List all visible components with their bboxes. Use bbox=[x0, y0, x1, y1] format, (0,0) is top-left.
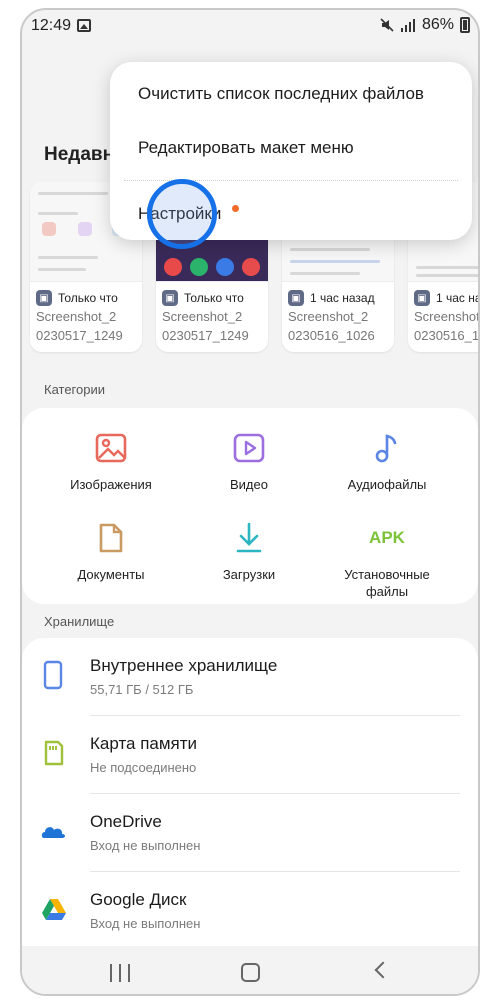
storage-subtitle: 55,71 ГБ / 512 ГБ bbox=[90, 682, 194, 697]
phone-icon bbox=[40, 660, 66, 690]
mute-icon bbox=[380, 18, 394, 32]
category-label: Загрузки bbox=[222, 567, 276, 582]
menu-item-clear-recent[interactable]: Очистить список последних файлов bbox=[138, 84, 424, 104]
signal-icon bbox=[400, 19, 415, 32]
storage-label: Хранилище bbox=[44, 614, 115, 629]
video-icon bbox=[231, 430, 267, 466]
image-file-icon: ▣ bbox=[414, 290, 430, 306]
google-drive-icon bbox=[40, 894, 66, 924]
file-time: 1 час назад bbox=[310, 291, 375, 305]
file-name: Screenshot_2 bbox=[414, 309, 480, 324]
storage-sd-card[interactable]: Карта памяти Не подсоединено bbox=[22, 716, 478, 794]
category-installation-files[interactable]: APK Установочные файлы bbox=[322, 520, 452, 600]
battery-icon bbox=[460, 17, 470, 33]
file-name: Screenshot_2 bbox=[36, 309, 117, 324]
music-note-icon bbox=[369, 430, 405, 466]
recent-apps-button[interactable] bbox=[110, 964, 130, 982]
storage-internal[interactable]: Внутреннее хранилище 55,71 ГБ / 512 ГБ bbox=[22, 638, 478, 716]
file-time: Только что bbox=[58, 291, 118, 305]
notification-dot bbox=[232, 205, 239, 212]
image-icon bbox=[93, 430, 129, 466]
sd-card-icon bbox=[40, 738, 66, 768]
apk-icon-text: APK bbox=[369, 528, 405, 547]
category-label: Установочные файлы bbox=[344, 567, 430, 599]
category-audio[interactable]: Аудиофайлы bbox=[322, 430, 452, 493]
category-downloads[interactable]: Загрузки bbox=[184, 520, 314, 583]
category-label: Документы bbox=[77, 567, 145, 582]
recent-files-title: Недавн bbox=[44, 144, 115, 165]
storage-onedrive[interactable]: OneDrive Вход не выполнен bbox=[22, 794, 478, 872]
file-name: Screenshot_2 bbox=[162, 309, 243, 324]
storage-title: Карта памяти bbox=[90, 734, 198, 753]
image-file-icon: ▣ bbox=[36, 290, 52, 306]
category-video[interactable]: Видео bbox=[184, 430, 314, 493]
category-label: Аудиофайлы bbox=[347, 477, 427, 492]
document-icon bbox=[93, 520, 129, 556]
status-icons: 86% bbox=[380, 16, 470, 34]
status-bar: 12:49 86% bbox=[22, 10, 478, 44]
storage-subtitle: Вход не выполнен bbox=[90, 838, 201, 853]
file-time: 1 час назад bbox=[436, 291, 478, 305]
menu-item-edit-layout[interactable]: Редактировать макет меню bbox=[138, 138, 354, 158]
file-name: 0230516_1026 bbox=[288, 328, 375, 343]
back-button[interactable] bbox=[374, 961, 392, 979]
storage-title: Google Диск bbox=[90, 890, 187, 909]
file-name: 0230516_1 bbox=[414, 328, 480, 343]
tap-indicator bbox=[147, 179, 217, 249]
battery-percent: 86% bbox=[421, 16, 454, 33]
storage-card: Внутреннее хранилище 55,71 ГБ / 512 ГБ К… bbox=[22, 638, 478, 946]
phone-screen: 12:49 86% Недавн ▣ Только что Screenshot… bbox=[20, 8, 480, 996]
storage-subtitle: Не подсоединено bbox=[90, 760, 197, 775]
categories-label: Категории bbox=[44, 382, 105, 397]
file-time: Только что bbox=[184, 291, 244, 305]
image-file-icon: ▣ bbox=[288, 290, 304, 306]
storage-title: Внутреннее хранилище bbox=[90, 656, 278, 675]
file-name: 0230517_1249 bbox=[36, 328, 123, 343]
gallery-notification-icon bbox=[77, 19, 91, 32]
category-documents[interactable]: Документы bbox=[46, 520, 176, 583]
apk-icon: APK bbox=[369, 520, 405, 556]
category-label: Видео bbox=[230, 477, 268, 492]
download-icon bbox=[231, 520, 267, 556]
onedrive-icon bbox=[40, 816, 66, 846]
file-name: Screenshot_2 bbox=[288, 309, 369, 324]
storage-title: OneDrive bbox=[90, 812, 162, 831]
storage-google-drive[interactable]: Google Диск Вход не выполнен bbox=[22, 872, 478, 950]
categories-card: Изображения Видео Аудиофайлы Документы З… bbox=[22, 408, 478, 604]
file-name: 0230517_1249 bbox=[162, 328, 249, 343]
category-images[interactable]: Изображения bbox=[46, 430, 176, 493]
navigation-bar bbox=[22, 946, 478, 994]
status-time: 12:49 bbox=[31, 17, 72, 34]
category-label: Изображения bbox=[70, 477, 152, 492]
home-button[interactable] bbox=[241, 963, 260, 982]
image-file-icon: ▣ bbox=[162, 290, 178, 306]
storage-subtitle: Вход не выполнен bbox=[90, 916, 201, 931]
